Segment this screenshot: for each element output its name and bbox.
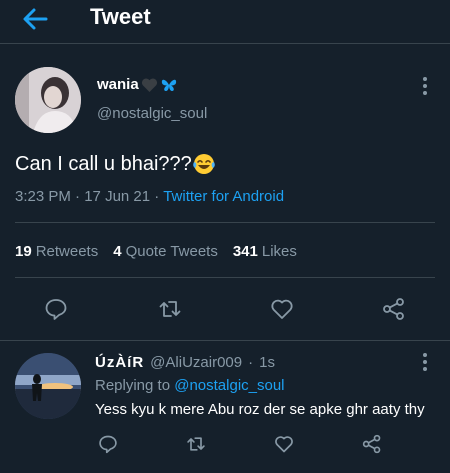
tweet-text: Can I call u bhai??? bbox=[15, 152, 216, 176]
likes-stat[interactable]: 341 Likes bbox=[233, 243, 297, 260]
tweet-time: 3:23 PM bbox=[15, 188, 71, 205]
reply-time: 1s bbox=[259, 354, 275, 371]
retweets-stat[interactable]: 19 Retweets bbox=[15, 243, 98, 260]
reply-button[interactable] bbox=[44, 297, 68, 321]
reply-icon bbox=[99, 435, 117, 454]
divider bbox=[15, 222, 435, 223]
more-options-button[interactable] bbox=[418, 76, 432, 96]
retweets-label: Retweets bbox=[35, 243, 99, 260]
retweet-button[interactable] bbox=[158, 297, 182, 321]
reply-author-row: ÚzÀíR @AliUzair009 · 1s bbox=[95, 354, 275, 371]
heart-icon bbox=[271, 299, 293, 319]
reply-display-name[interactable]: ÚzÀíR bbox=[95, 354, 144, 371]
reply-icon bbox=[45, 299, 67, 320]
replying-to-mention[interactable]: @nostalgic_soul bbox=[174, 377, 284, 394]
reply-reply-button[interactable] bbox=[98, 434, 118, 454]
black-heart-icon bbox=[141, 78, 157, 92]
divider bbox=[15, 277, 435, 278]
likes-count: 341 bbox=[232, 243, 258, 260]
heart-icon bbox=[275, 436, 293, 453]
retweet-icon bbox=[159, 301, 181, 317]
reply-retweet-button[interactable] bbox=[186, 434, 206, 454]
like-button[interactable] bbox=[270, 297, 294, 321]
back-button[interactable] bbox=[20, 5, 52, 33]
tweet-stats: 19 Retweets 4 Quote Tweets 341 Likes bbox=[15, 243, 312, 260]
share-icon bbox=[362, 434, 381, 454]
share-icon bbox=[383, 298, 404, 320]
tweet-meta: 3:23 PM · 17 Jun 21 · Twitter for Androi… bbox=[15, 188, 284, 205]
quote-tweets-count: 4 bbox=[113, 243, 122, 260]
meta-separator: · bbox=[75, 188, 81, 205]
likes-label: Likes bbox=[261, 243, 297, 260]
more-vertical-icon bbox=[423, 353, 427, 371]
share-button[interactable] bbox=[382, 297, 406, 321]
tweet-source-link[interactable]: Twitter for Android bbox=[163, 188, 284, 205]
tweet-date: 17 Jun 21 bbox=[84, 188, 151, 205]
replying-to-label: Replying to bbox=[95, 377, 171, 394]
replying-to-line: Replying to @nostalgic_soul bbox=[95, 377, 285, 394]
reply-handle[interactable]: @AliUzair009 bbox=[150, 354, 242, 371]
reply-like-button[interactable] bbox=[274, 434, 294, 454]
author-handle[interactable]: @nostalgic_soul bbox=[97, 105, 207, 122]
butterfly-icon bbox=[161, 79, 176, 91]
page-title: Tweet bbox=[90, 4, 151, 29]
quote-tweets-stat[interactable]: 4 Quote Tweets bbox=[113, 243, 218, 260]
reply-more-options-button[interactable] bbox=[418, 352, 432, 372]
retweets-count: 19 bbox=[15, 243, 32, 260]
retweet-icon bbox=[187, 437, 205, 451]
reply-text: Yess kyu k mere Abu roz der se apke ghr … bbox=[95, 401, 425, 418]
top-bar: Tweet bbox=[0, 0, 450, 44]
meta-separator: · bbox=[154, 188, 160, 205]
author-name-row[interactable]: wania bbox=[97, 76, 178, 93]
author-display-name: wania bbox=[97, 76, 139, 93]
tears-of-joy-emoji-icon bbox=[192, 154, 215, 174]
section-divider bbox=[0, 340, 450, 341]
reply-avatar[interactable] bbox=[15, 353, 81, 419]
avatar-photo bbox=[15, 67, 81, 133]
reply-share-button[interactable] bbox=[362, 434, 382, 454]
avatar[interactable] bbox=[15, 67, 81, 133]
meta-separator: · bbox=[248, 354, 254, 371]
quote-tweets-label: Quote Tweets bbox=[125, 243, 218, 260]
more-vertical-icon bbox=[423, 77, 427, 95]
arrow-left-icon bbox=[23, 8, 48, 30]
reply-avatar-photo bbox=[15, 353, 81, 419]
tweet-body: Can I call u bhai??? bbox=[15, 152, 192, 175]
